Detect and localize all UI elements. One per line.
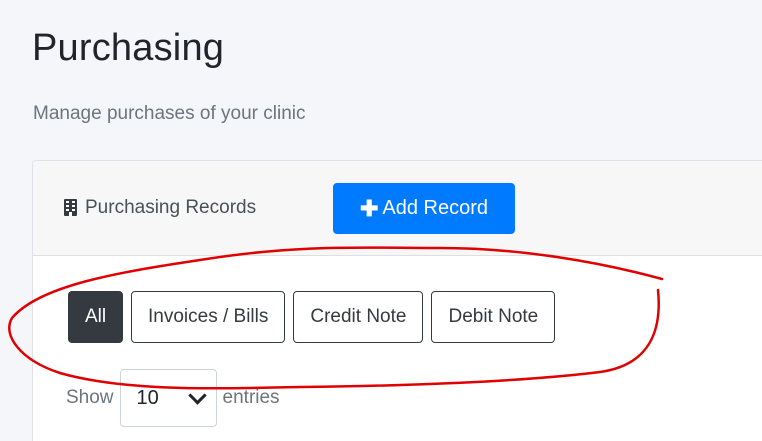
chevron-down-icon (187, 385, 207, 405)
purchasing-records-card: Purchasing Records ✚ Add Record All Invo… (32, 160, 762, 441)
add-record-button[interactable]: ✚ Add Record (333, 183, 515, 234)
filter-credit-note-button[interactable]: Credit Note (293, 291, 424, 343)
purchasing-page: Purchasing Manage purchases of your clin… (0, 0, 762, 441)
show-entries-control: Show 10 entries (66, 369, 280, 427)
show-label: Show (66, 387, 114, 408)
add-record-label: Add Record (382, 197, 489, 219)
entries-per-page-select[interactable]: 10 (119, 369, 217, 427)
entries-label: entries (222, 387, 280, 408)
card-title-label: Purchasing Records (85, 197, 257, 218)
card-header: Purchasing Records ✚ Add Record (33, 161, 762, 256)
building-icon (64, 199, 77, 216)
filter-debit-note-button[interactable]: Debit Note (431, 291, 556, 343)
plus-icon: ✚ (359, 195, 379, 221)
entries-select-value: 10 (136, 386, 159, 409)
filter-all-button[interactable]: All (68, 291, 123, 343)
filter-button-group: All Invoices / Bills Credit Note Debit N… (68, 291, 556, 343)
page-title: Purchasing (32, 27, 225, 69)
filter-invoices-bills-button[interactable]: Invoices / Bills (131, 291, 286, 343)
page-subtitle: Manage purchases of your clinic (33, 103, 306, 124)
card-title: Purchasing Records (64, 198, 256, 217)
